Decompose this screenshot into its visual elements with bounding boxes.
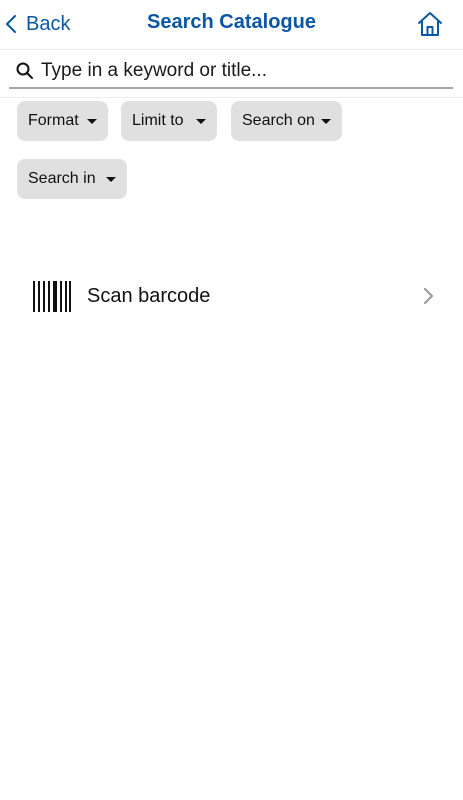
chevron-right-icon xyxy=(424,288,433,304)
barcode-icon xyxy=(33,281,71,312)
caret-down-icon xyxy=(321,119,331,124)
caret-down-icon xyxy=(196,119,206,124)
search-icon xyxy=(16,62,33,79)
scan-barcode-row[interactable]: Scan barcode xyxy=(0,271,463,321)
filter-search-on-label: Search on xyxy=(242,112,315,129)
page-title: Search Catalogue xyxy=(147,11,316,33)
app-screen: Back Search Catalogue Format Limit to Se… xyxy=(0,0,463,800)
divider xyxy=(0,97,463,98)
filter-limit-to-label: Limit to xyxy=(132,112,184,129)
home-icon[interactable] xyxy=(417,11,443,37)
scan-barcode-label: Scan barcode xyxy=(87,285,211,307)
header-bar: Back Search Catalogue xyxy=(0,0,463,50)
filter-format-label: Format xyxy=(28,112,79,129)
caret-down-icon xyxy=(106,177,116,182)
caret-down-icon xyxy=(87,119,97,124)
search-bar xyxy=(9,55,453,89)
filter-format-dropdown[interactable]: Format xyxy=(17,101,108,141)
filter-search-in-label: Search in xyxy=(28,170,96,187)
search-input[interactable] xyxy=(41,60,441,82)
filter-limit-to-dropdown[interactable]: Limit to xyxy=(121,101,217,141)
filter-search-in-dropdown[interactable]: Search in xyxy=(17,159,127,199)
filter-search-on-dropdown[interactable]: Search on xyxy=(231,101,342,141)
